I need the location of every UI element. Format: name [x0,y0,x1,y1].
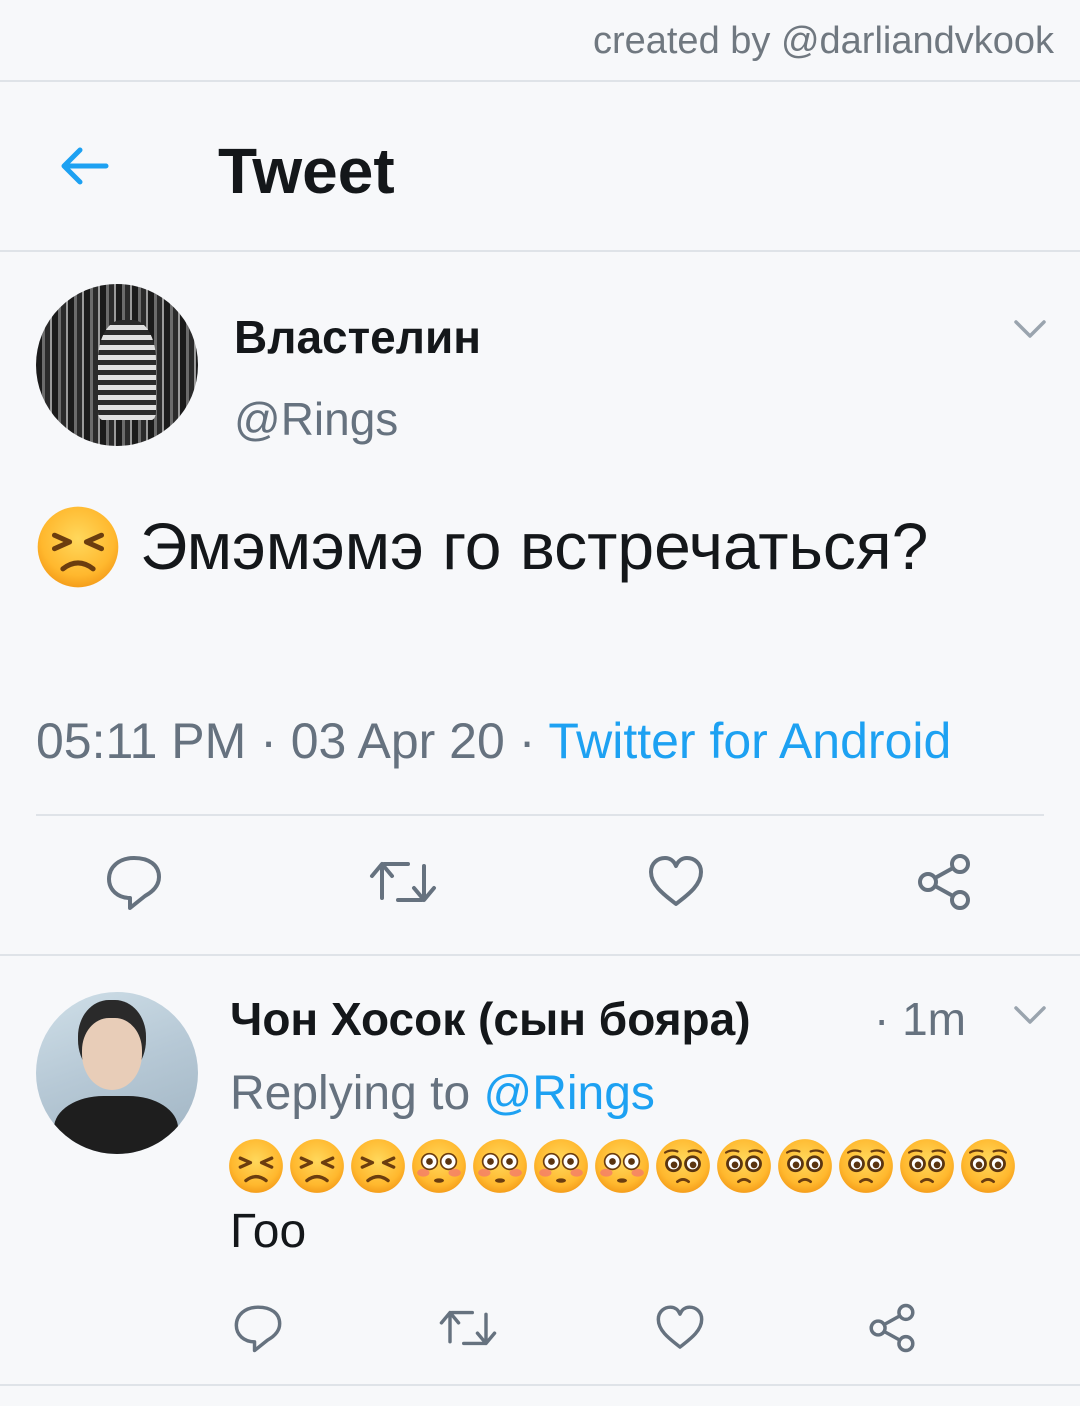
flushed-face-icon [411,1138,467,1194]
pleading-face-icon [838,1138,894,1194]
persevering-face-icon [228,1138,284,1194]
reply-emoji-row [228,1138,1021,1198]
like-button[interactable] [646,852,706,912]
share-button[interactable] [866,1302,918,1354]
pleading-face-icon [655,1138,711,1194]
divider [36,814,1044,816]
retweet-button[interactable] [368,852,438,912]
persevering-face-icon [350,1138,406,1194]
retweet-icon [438,1302,498,1354]
persevering-face-icon [36,505,120,589]
tweet-text-body: Эмэмэмэ го встречаться? [140,509,929,583]
section-divider [0,954,1080,956]
back-arrow-icon[interactable] [56,138,112,194]
pleading-face-icon [899,1138,955,1194]
reply-icon [104,852,164,912]
pleading-face-icon [777,1138,833,1194]
like-button[interactable] [654,1302,706,1354]
reply-time: · 1m [874,993,966,1045]
share-icon [914,852,974,912]
replying-prefix: Replying to [230,1067,484,1120]
share-button[interactable] [914,852,974,912]
like-icon [646,852,706,912]
reply-text: Гоо [230,1205,307,1258]
chevron-down-icon[interactable] [1012,318,1048,342]
author-handle[interactable]: @Rings [234,392,398,446]
tweet-source-link[interactable]: Twitter for Android [548,713,951,769]
reply-author-name[interactable]: Чон Хосок (сын бояра) [230,992,751,1046]
flushed-face-icon [594,1138,650,1194]
reply-icon [232,1302,284,1354]
tweet-meta: 05:11 PM · 03 Apr 20 · Twitter for Andro… [36,712,951,770]
reply-button[interactable] [232,1302,284,1354]
like-icon [654,1302,706,1354]
replying-mention-link[interactable]: @Rings [483,1067,654,1120]
reply-avatar[interactable] [36,992,198,1154]
author-name[interactable]: Властелин [234,310,481,364]
pleading-face-icon [960,1138,1016,1194]
pleading-face-icon [716,1138,772,1194]
retweet-icon [368,852,438,912]
tweet-text: Эмэмэмэ го встречаться? [36,498,1036,594]
page-title: Tweet [218,135,395,207]
chevron-down-icon[interactable] [1012,1004,1048,1028]
avatar[interactable] [36,284,198,446]
retweet-button[interactable] [438,1302,498,1354]
flushed-face-icon [533,1138,589,1194]
share-icon [866,1302,918,1354]
reply-button[interactable] [104,852,164,912]
replying-to: Replying to @Rings [230,1066,655,1121]
top-app-bar: Tweet [0,82,1080,252]
credit-bar: created by @darliandvkook [0,0,1080,82]
credit-text: created by @darliandvkook [592,20,1054,62]
persevering-face-icon [289,1138,345,1194]
section-divider [0,1384,1080,1386]
flushed-face-icon [472,1138,528,1194]
tweet-timestamp: 05:11 PM · 03 Apr 20 · [36,713,549,769]
